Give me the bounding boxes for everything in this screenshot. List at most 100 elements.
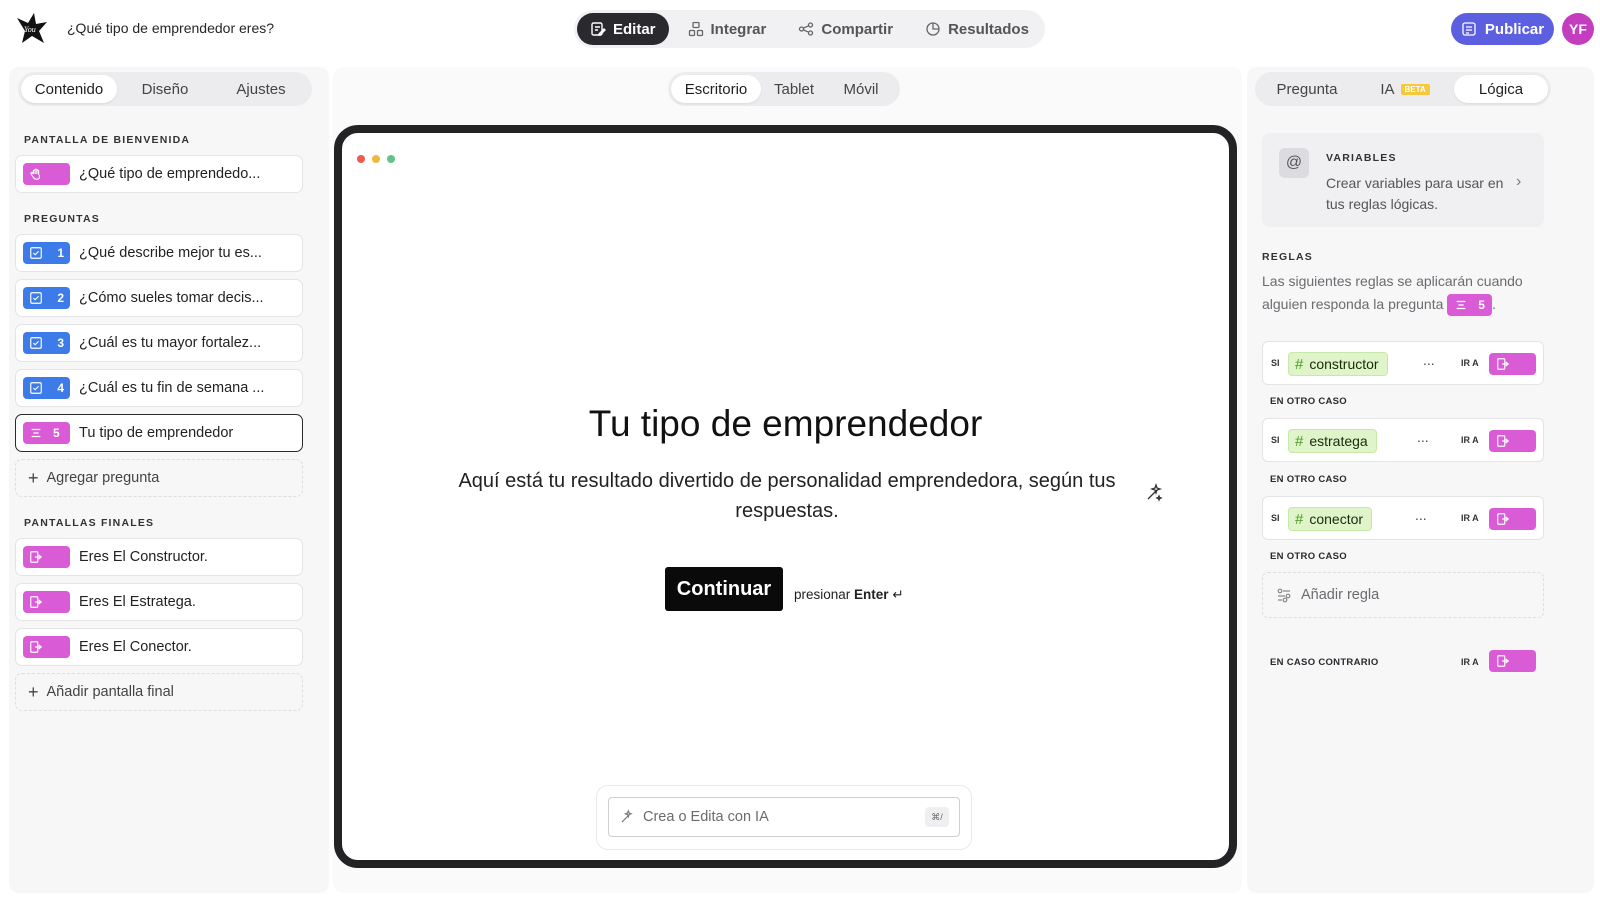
question-item-3[interactable]: 3 ¿Cuál es tu mayor fortalez... <box>15 324 303 362</box>
window-minimize-dot <box>372 155 380 163</box>
add-ending-button[interactable]: + Añadir pantalla final <box>15 673 303 711</box>
at-icon: @ <box>1279 148 1309 178</box>
condition-tag[interactable]: # constructor <box>1288 352 1388 376</box>
goto-target-select[interactable] <box>1489 508 1536 530</box>
more-options-icon[interactable]: ... <box>1417 429 1429 445</box>
ending-badge <box>23 591 70 613</box>
question-label: ¿Qué describe mejor tu es... <box>79 245 262 261</box>
tab-diseno[interactable]: Diseño <box>117 75 213 103</box>
tab-integrar[interactable]: Integrar <box>675 13 780 45</box>
tab-movil[interactable]: Móvil <box>827 75 895 103</box>
left-panel-tabs: Contenido Diseño Ajustes <box>18 72 312 106</box>
top-bar: You ¿Qué tipo de emprendedor eres? Edita… <box>0 0 1600 58</box>
otherwise-rule: EN CASO CONTRARIO IR A <box>1262 646 1544 676</box>
continue-button[interactable]: Continuar <box>665 567 783 611</box>
ending-label: Eres El Estratega. <box>79 594 196 610</box>
rules-description: Las siguientes reglas se aplicarán cuand… <box>1262 270 1542 317</box>
condition-tag[interactable]: # conector <box>1288 507 1373 531</box>
question-number: 1 <box>57 246 64 260</box>
variables-title: VARIABLES <box>1326 152 1397 164</box>
window-maximize-dot <box>387 155 395 163</box>
tab-ia-label: IA <box>1380 80 1395 98</box>
ending-item-3[interactable]: Eres El Conector. <box>15 628 303 666</box>
edit-icon <box>591 22 606 36</box>
tab-pregunta[interactable]: Pregunta <box>1258 75 1356 103</box>
goto-label: IR A <box>1461 657 1479 667</box>
avatar[interactable]: YF <box>1562 13 1594 45</box>
otherwise-label: EN CASO CONTRARIO <box>1270 657 1379 668</box>
exit-icon <box>30 641 43 653</box>
otherwise-goto-select[interactable] <box>1489 650 1536 672</box>
question-item-2[interactable]: 2 ¿Cómo sueles tomar decis... <box>15 279 303 317</box>
integrate-icon <box>688 21 703 37</box>
welcome-badge <box>23 163 70 185</box>
add-ending-label: Añadir pantalla final <box>46 684 174 700</box>
goto-label: IR A <box>1461 513 1479 523</box>
hint-key: Enter <box>854 587 889 602</box>
ending-item-2[interactable]: Eres El Estratega. <box>15 583 303 621</box>
text-lines-icon <box>31 428 41 438</box>
logic-rule-3: SI # conector ... IR A <box>1262 496 1544 540</box>
tab-compartir[interactable]: Compartir <box>785 13 906 45</box>
hash-icon: # <box>1295 432 1304 450</box>
tab-logica[interactable]: Lógica <box>1454 75 1548 103</box>
tab-resultados[interactable]: Resultados <box>912 13 1042 45</box>
else-label-1: EN OTRO CASO <box>1270 396 1347 407</box>
desktop-preview-frame: Tu tipo de emprendedor Aquí está tu resu… <box>334 125 1237 868</box>
goto-target-select[interactable] <box>1489 430 1536 452</box>
question-item-5[interactable]: 5 Tu tipo de emprendedor <box>15 414 303 452</box>
preview-description[interactable]: Aquí está tu resultado divertido de pers… <box>442 466 1132 526</box>
else-label-3: EN OTRO CASO <box>1270 551 1347 562</box>
sparkle-wand-icon <box>621 809 633 823</box>
welcome-screen-item[interactable]: ¿Qué tipo de emprendedo... <box>15 155 303 193</box>
tab-editar[interactable]: Editar <box>577 13 669 45</box>
tab-contenido[interactable]: Contenido <box>21 75 117 103</box>
add-rule-button[interactable]: Añadir regla <box>1262 572 1544 618</box>
question-item-4[interactable]: 4 ¿Cuál es tu fin de semana ... <box>15 369 303 407</box>
variables-card[interactable]: @ VARIABLES Crear variables para usar en… <box>1262 133 1544 227</box>
condition-tag[interactable]: # estratega <box>1288 429 1377 453</box>
question-number: 3 <box>57 336 64 350</box>
ai-input-placeholder: Crea o Edita con IA <box>643 809 769 825</box>
tab-editar-label: Editar <box>613 20 656 38</box>
checkbox-icon <box>30 337 42 349</box>
add-question-button[interactable]: + Agregar pregunta <box>15 459 303 497</box>
ending-item-1[interactable]: Eres El Constructor. <box>15 538 303 576</box>
shortcut-badge: ⌘/ <box>925 807 949 827</box>
tab-escritorio[interactable]: Escritorio <box>671 75 761 103</box>
ai-edit-box: Crea o Edita con IA ⌘/ <box>596 785 972 850</box>
more-options-icon[interactable]: ... <box>1415 507 1427 523</box>
plus-icon: + <box>28 681 39 702</box>
question-number: 4 <box>57 381 64 395</box>
mode-tabs: Editar Integrar Compartir Resultados <box>574 10 1045 48</box>
brand-logo-icon[interactable]: You <box>14 10 50 46</box>
ending-badge <box>23 546 70 568</box>
hash-icon: # <box>1295 510 1304 528</box>
exit-icon <box>1497 655 1510 667</box>
condition-tag-label: estratega <box>1309 433 1368 449</box>
tab-ia[interactable]: IA BETA <box>1356 75 1454 103</box>
if-label: SI <box>1271 358 1280 368</box>
magic-wand-icon[interactable] <box>1144 483 1164 503</box>
window-close-dot <box>357 155 365 163</box>
text-lines-icon <box>1456 301 1466 310</box>
goto-target-select[interactable] <box>1489 353 1536 375</box>
hash-icon: # <box>1295 355 1304 373</box>
chevron-right-icon: › <box>1516 173 1522 190</box>
svg-text:You: You <box>24 25 36 34</box>
preview-title[interactable]: Tu tipo de emprendedor <box>342 403 1229 445</box>
question-item-1[interactable]: 1 ¿Qué describe mejor tu es... <box>15 234 303 272</box>
variables-description: Crear variables para usar en tus reglas … <box>1326 175 1504 212</box>
tab-ajustes[interactable]: Ajustes <box>213 75 309 103</box>
if-label: SI <box>1271 435 1280 445</box>
question-badge: 4 <box>23 377 70 399</box>
question-number: 2 <box>57 291 64 305</box>
more-options-icon[interactable]: ... <box>1423 352 1435 368</box>
form-title[interactable]: ¿Qué tipo de emprendedor eres? <box>67 20 274 36</box>
share-icon <box>799 22 814 36</box>
publish-button[interactable]: Publicar <box>1451 13 1554 45</box>
ai-edit-input[interactable]: Crea o Edita con IA ⌘/ <box>608 797 960 837</box>
rule-settings-icon <box>1277 588 1291 603</box>
rules-section-label: REGLAS <box>1262 251 1313 263</box>
tab-tablet[interactable]: Tablet <box>761 75 827 103</box>
